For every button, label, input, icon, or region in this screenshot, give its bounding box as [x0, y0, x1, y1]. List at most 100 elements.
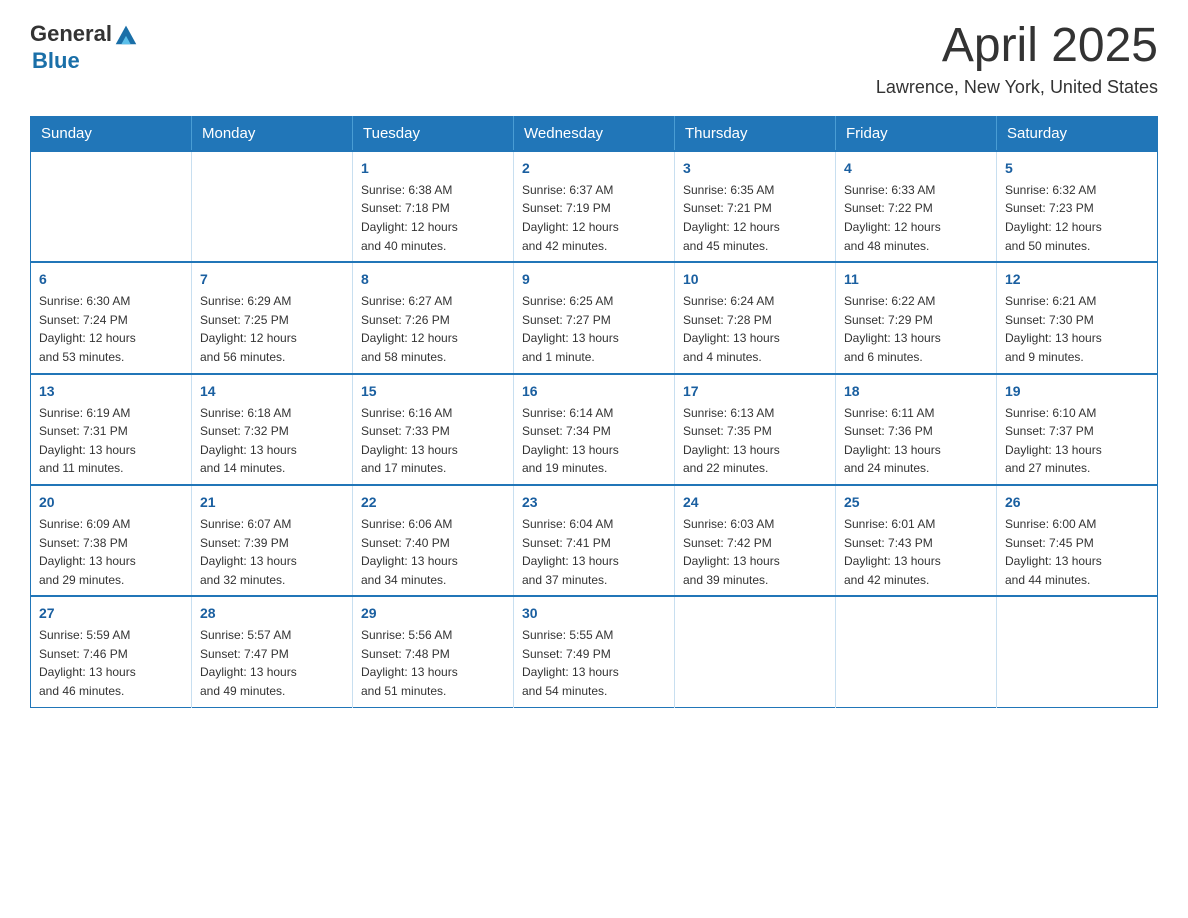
calendar-day-cell: 19Sunrise: 6:10 AMSunset: 7:37 PMDayligh…: [997, 374, 1158, 485]
day-info: Sunrise: 6:03 AMSunset: 7:42 PMDaylight:…: [683, 515, 827, 589]
day-info: Sunrise: 6:30 AMSunset: 7:24 PMDaylight:…: [39, 292, 183, 366]
day-number: 25: [844, 492, 988, 513]
day-number: 6: [39, 269, 183, 290]
calendar-day-cell: 3Sunrise: 6:35 AMSunset: 7:21 PMDaylight…: [675, 151, 836, 262]
calendar-day-cell: 7Sunrise: 6:29 AMSunset: 7:25 PMDaylight…: [192, 262, 353, 373]
day-number: 1: [361, 158, 505, 179]
calendar-day-cell: 11Sunrise: 6:22 AMSunset: 7:29 PMDayligh…: [836, 262, 997, 373]
logo-line2: Blue: [30, 48, 80, 74]
day-info: Sunrise: 6:07 AMSunset: 7:39 PMDaylight:…: [200, 515, 344, 589]
day-number: 22: [361, 492, 505, 513]
calendar-day-cell: [675, 596, 836, 707]
day-info: Sunrise: 6:04 AMSunset: 7:41 PMDaylight:…: [522, 515, 666, 589]
calendar-day-cell: 8Sunrise: 6:27 AMSunset: 7:26 PMDaylight…: [353, 262, 514, 373]
day-number: 9: [522, 269, 666, 290]
calendar-day-cell: 13Sunrise: 6:19 AMSunset: 7:31 PMDayligh…: [31, 374, 192, 485]
day-info: Sunrise: 6:01 AMSunset: 7:43 PMDaylight:…: [844, 515, 988, 589]
calendar-day-cell: [192, 151, 353, 262]
calendar-day-header: Thursday: [675, 116, 836, 151]
calendar-day-cell: 28Sunrise: 5:57 AMSunset: 7:47 PMDayligh…: [192, 596, 353, 707]
day-number: 16: [522, 381, 666, 402]
calendar-day-cell: 16Sunrise: 6:14 AMSunset: 7:34 PMDayligh…: [514, 374, 675, 485]
day-number: 8: [361, 269, 505, 290]
day-number: 15: [361, 381, 505, 402]
day-info: Sunrise: 6:09 AMSunset: 7:38 PMDaylight:…: [39, 515, 183, 589]
day-info: Sunrise: 6:13 AMSunset: 7:35 PMDaylight:…: [683, 404, 827, 478]
calendar-day-cell: 27Sunrise: 5:59 AMSunset: 7:46 PMDayligh…: [31, 596, 192, 707]
calendar-day-cell: 4Sunrise: 6:33 AMSunset: 7:22 PMDaylight…: [836, 151, 997, 262]
calendar-table: SundayMondayTuesdayWednesdayThursdayFrid…: [30, 116, 1158, 708]
calendar-day-header: Monday: [192, 116, 353, 151]
calendar-day-cell: 30Sunrise: 5:55 AMSunset: 7:49 PMDayligh…: [514, 596, 675, 707]
day-number: 27: [39, 603, 183, 624]
calendar-week-row: 27Sunrise: 5:59 AMSunset: 7:46 PMDayligh…: [31, 596, 1158, 707]
day-info: Sunrise: 6:25 AMSunset: 7:27 PMDaylight:…: [522, 292, 666, 366]
calendar-day-cell: [997, 596, 1158, 707]
calendar-day-header: Sunday: [31, 116, 192, 151]
calendar-day-cell: 12Sunrise: 6:21 AMSunset: 7:30 PMDayligh…: [997, 262, 1158, 373]
day-info: Sunrise: 6:24 AMSunset: 7:28 PMDaylight:…: [683, 292, 827, 366]
calendar-day-cell: 15Sunrise: 6:16 AMSunset: 7:33 PMDayligh…: [353, 374, 514, 485]
day-number: 20: [39, 492, 183, 513]
title-block: April 2025 Lawrence, New York, United St…: [876, 20, 1158, 98]
day-number: 30: [522, 603, 666, 624]
calendar-day-cell: 29Sunrise: 5:56 AMSunset: 7:48 PMDayligh…: [353, 596, 514, 707]
day-info: Sunrise: 6:16 AMSunset: 7:33 PMDaylight:…: [361, 404, 505, 478]
day-info: Sunrise: 6:21 AMSunset: 7:30 PMDaylight:…: [1005, 292, 1149, 366]
calendar-day-cell: 17Sunrise: 6:13 AMSunset: 7:35 PMDayligh…: [675, 374, 836, 485]
calendar-day-cell: 24Sunrise: 6:03 AMSunset: 7:42 PMDayligh…: [675, 485, 836, 596]
calendar-day-cell: 18Sunrise: 6:11 AMSunset: 7:36 PMDayligh…: [836, 374, 997, 485]
day-number: 12: [1005, 269, 1149, 290]
day-info: Sunrise: 6:00 AMSunset: 7:45 PMDaylight:…: [1005, 515, 1149, 589]
day-info: Sunrise: 6:29 AMSunset: 7:25 PMDaylight:…: [200, 292, 344, 366]
page-title: April 2025: [876, 20, 1158, 73]
day-number: 11: [844, 269, 988, 290]
page-header: General Blue April 2025 Lawrence, New Yo…: [30, 20, 1158, 98]
calendar-day-cell: 1Sunrise: 6:38 AMSunset: 7:18 PMDaylight…: [353, 151, 514, 262]
logo: General Blue: [30, 20, 140, 74]
logo-text-blue: Blue: [32, 48, 80, 74]
day-number: 13: [39, 381, 183, 402]
calendar-day-cell: 2Sunrise: 6:37 AMSunset: 7:19 PMDaylight…: [514, 151, 675, 262]
calendar-day-cell: 20Sunrise: 6:09 AMSunset: 7:38 PMDayligh…: [31, 485, 192, 596]
calendar-day-header: Wednesday: [514, 116, 675, 151]
day-info: Sunrise: 6:33 AMSunset: 7:22 PMDaylight:…: [844, 181, 988, 255]
calendar-day-cell: 6Sunrise: 6:30 AMSunset: 7:24 PMDaylight…: [31, 262, 192, 373]
day-info: Sunrise: 6:22 AMSunset: 7:29 PMDaylight:…: [844, 292, 988, 366]
day-info: Sunrise: 6:14 AMSunset: 7:34 PMDaylight:…: [522, 404, 666, 478]
logo-text-general: General: [30, 21, 112, 47]
calendar-day-cell: 10Sunrise: 6:24 AMSunset: 7:28 PMDayligh…: [675, 262, 836, 373]
day-number: 10: [683, 269, 827, 290]
calendar-day-header: Saturday: [997, 116, 1158, 151]
day-info: Sunrise: 5:55 AMSunset: 7:49 PMDaylight:…: [522, 626, 666, 700]
calendar-day-cell: [836, 596, 997, 707]
day-number: 7: [200, 269, 344, 290]
day-number: 19: [1005, 381, 1149, 402]
calendar-day-cell: 26Sunrise: 6:00 AMSunset: 7:45 PMDayligh…: [997, 485, 1158, 596]
logo-triangle-icon: [112, 20, 140, 48]
calendar-day-cell: 21Sunrise: 6:07 AMSunset: 7:39 PMDayligh…: [192, 485, 353, 596]
calendar-day-cell: 25Sunrise: 6:01 AMSunset: 7:43 PMDayligh…: [836, 485, 997, 596]
logo-line1: General: [30, 20, 140, 48]
calendar-day-cell: 14Sunrise: 6:18 AMSunset: 7:32 PMDayligh…: [192, 374, 353, 485]
day-number: 2: [522, 158, 666, 179]
calendar-day-cell: [31, 151, 192, 262]
calendar-week-row: 20Sunrise: 6:09 AMSunset: 7:38 PMDayligh…: [31, 485, 1158, 596]
day-number: 26: [1005, 492, 1149, 513]
day-number: 21: [200, 492, 344, 513]
day-number: 23: [522, 492, 666, 513]
page-subtitle: Lawrence, New York, United States: [876, 77, 1158, 98]
day-number: 4: [844, 158, 988, 179]
day-number: 17: [683, 381, 827, 402]
day-info: Sunrise: 6:11 AMSunset: 7:36 PMDaylight:…: [844, 404, 988, 478]
day-number: 18: [844, 381, 988, 402]
calendar-header-row: SundayMondayTuesdayWednesdayThursdayFrid…: [31, 116, 1158, 151]
day-number: 14: [200, 381, 344, 402]
day-info: Sunrise: 6:18 AMSunset: 7:32 PMDaylight:…: [200, 404, 344, 478]
day-info: Sunrise: 6:10 AMSunset: 7:37 PMDaylight:…: [1005, 404, 1149, 478]
calendar-week-row: 1Sunrise: 6:38 AMSunset: 7:18 PMDaylight…: [31, 151, 1158, 262]
day-number: 29: [361, 603, 505, 624]
calendar-week-row: 6Sunrise: 6:30 AMSunset: 7:24 PMDaylight…: [31, 262, 1158, 373]
day-info: Sunrise: 5:59 AMSunset: 7:46 PMDaylight:…: [39, 626, 183, 700]
day-info: Sunrise: 6:38 AMSunset: 7:18 PMDaylight:…: [361, 181, 505, 255]
